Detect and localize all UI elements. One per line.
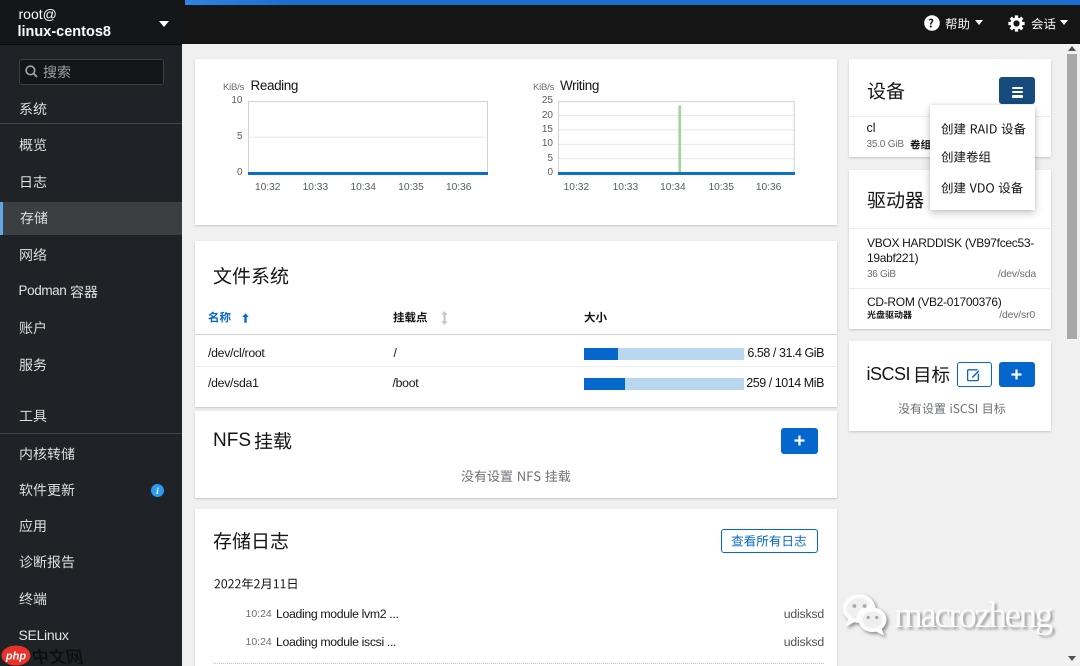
svg-text:php: php xyxy=(5,651,26,663)
svg-text:i: i xyxy=(156,487,159,497)
